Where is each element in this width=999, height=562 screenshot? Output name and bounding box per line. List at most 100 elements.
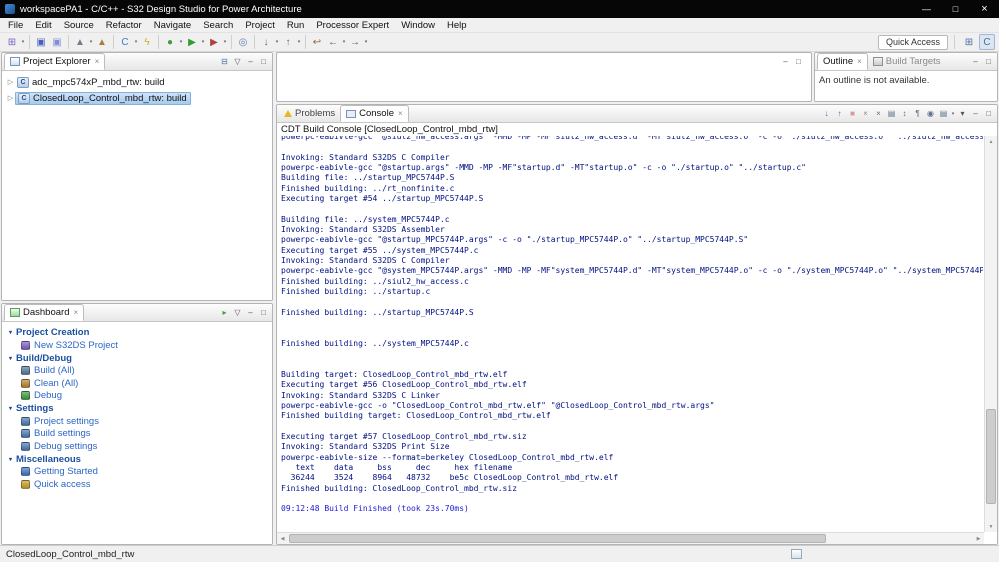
back-icon[interactable]: ←: [325, 34, 341, 50]
tree-item-adc-mpc574xp-mbd-rtw-build[interactable]: ▷ Cadc_mpc574xP_mbd_rtw: build: [2, 74, 272, 90]
menu-source[interactable]: Source: [58, 20, 100, 31]
view-menu-icon[interactable]: ▽: [231, 55, 244, 68]
dashboard-link-debug-settings[interactable]: Debug settings: [9, 440, 272, 453]
new-c-project-icon[interactable]: C: [117, 34, 133, 50]
tab-outline[interactable]: Outline ×: [817, 53, 868, 70]
tab-problems[interactable]: Problems: [279, 105, 340, 122]
menu-run[interactable]: Run: [281, 20, 310, 31]
editor-area[interactable]: – □: [276, 52, 812, 102]
clear-console-icon[interactable]: ▤: [885, 107, 898, 120]
external-tools-icon[interactable]: ▶: [206, 34, 222, 50]
dashboard-link-clean-all[interactable]: Clean (All): [9, 377, 272, 390]
horizontal-scroll-thumb[interactable]: [289, 534, 827, 543]
console-horizontal-scrollbar[interactable]: ◀ ▶: [277, 532, 984, 544]
next-annotation-icon[interactable]: ↓: [258, 34, 274, 50]
dashboard-link-build-all[interactable]: Build (All): [9, 365, 272, 378]
minimize-button[interactable]: —: [912, 0, 941, 18]
close-button[interactable]: ×: [970, 0, 999, 18]
tab-build-targets[interactable]: Build Targets: [868, 53, 946, 70]
pin-console-icon[interactable]: ◉: [924, 107, 937, 120]
scroll-down-arrow-icon[interactable]: ▼: [985, 521, 997, 532]
console-output[interactable]: powerpc-eabivle-gcc "@siul2_hw_access.ar…: [281, 136, 983, 532]
expand-arrow-icon[interactable]: ▷: [6, 78, 15, 86]
external-tools-dropdown-icon[interactable]: ▾: [222, 39, 228, 45]
menu-window[interactable]: Window: [395, 20, 441, 31]
dashboard-link-quick-access[interactable]: Quick access: [9, 478, 272, 491]
dashboard-link-project-settings[interactable]: Project settings: [9, 415, 272, 428]
previous-annotation-dropdown-icon[interactable]: ▾: [296, 39, 302, 45]
tab-project-explorer[interactable]: Project Explorer ×: [4, 53, 106, 70]
remove-launch-icon[interactable]: ×: [859, 107, 872, 120]
run-icon[interactable]: ▶: [184, 34, 200, 50]
minimize-icon[interactable]: –: [969, 55, 982, 68]
tab-dashboard[interactable]: Dashboard ×: [4, 304, 85, 321]
progress-icon[interactable]: [791, 549, 802, 559]
dashboard-section-header[interactable]: ▾ Build/Debug: [9, 352, 272, 365]
close-icon[interactable]: ×: [95, 57, 100, 66]
dashboard-link-build-settings[interactable]: Build settings: [9, 428, 272, 441]
save-icon[interactable]: ▣: [33, 34, 49, 50]
terminate-icon[interactable]: ■: [846, 107, 859, 120]
collapse-all-icon[interactable]: ⊟: [218, 55, 231, 68]
open-perspective-icon[interactable]: ⊞: [961, 34, 977, 50]
remove-all-launches-icon[interactable]: ×: [872, 107, 885, 120]
maximize-icon[interactable]: □: [257, 306, 270, 319]
dashboard-link-getting-started[interactable]: Getting Started: [9, 466, 272, 479]
new-wizard-icon[interactable]: ⊞: [4, 34, 20, 50]
cpp-perspective-icon[interactable]: C: [979, 34, 995, 50]
forward-dropdown-icon[interactable]: ▾: [363, 39, 369, 45]
scroll-next-icon[interactable]: ↓: [820, 107, 833, 120]
maximize-icon[interactable]: □: [982, 55, 995, 68]
view-menu-icon[interactable]: ▽: [231, 306, 244, 319]
maximize-icon[interactable]: □: [982, 107, 995, 120]
close-icon[interactable]: ×: [73, 308, 78, 317]
dashboard-section-header[interactable]: ▾ Project Creation: [9, 326, 272, 339]
minimize-icon[interactable]: –: [244, 55, 257, 68]
menu-refactor[interactable]: Refactor: [100, 20, 148, 31]
word-wrap-icon[interactable]: ¶: [911, 107, 924, 120]
view-menu-icon[interactable]: ▾: [956, 107, 969, 120]
flash-programmer-icon[interactable]: ϟ: [139, 34, 155, 50]
scroll-left-arrow-icon[interactable]: ◀: [277, 533, 288, 544]
menu-help[interactable]: Help: [441, 20, 473, 31]
minimize-icon[interactable]: –: [244, 306, 257, 319]
build-all-icon[interactable]: ▲: [94, 34, 110, 50]
vertical-scroll-thumb[interactable]: [986, 409, 996, 505]
new-wizard-dropdown-icon[interactable]: ▾: [20, 39, 26, 45]
save-all-icon[interactable]: ▣: [49, 34, 65, 50]
minimize-icon[interactable]: –: [779, 55, 792, 68]
maximize-icon[interactable]: □: [257, 55, 270, 68]
menu-navigate[interactable]: Navigate: [148, 20, 198, 31]
tree-item-closedloop-control-mbd-rtw-build[interactable]: ▷ C ClosedLoop_Control_mbd_rtw: build: [2, 90, 272, 106]
menu-processor-expert[interactable]: Processor Expert: [310, 20, 395, 31]
scroll-right-arrow-icon[interactable]: ▶: [973, 533, 984, 544]
dashboard-section-header[interactable]: ▾ Settings: [9, 402, 272, 415]
menu-edit[interactable]: Edit: [29, 20, 57, 31]
dashboard-section-header[interactable]: ▾ Miscellaneous: [9, 453, 272, 466]
open-console-icon[interactable]: ▤: [937, 107, 950, 120]
last-edit-location-icon[interactable]: ↩: [309, 34, 325, 50]
close-icon[interactable]: ×: [398, 109, 403, 118]
debug-icon[interactable]: ●: [162, 34, 178, 50]
maximize-button[interactable]: □: [941, 0, 970, 18]
forward-icon[interactable]: →: [347, 34, 363, 50]
search-icon[interactable]: ◎: [235, 34, 251, 50]
minimize-icon[interactable]: –: [969, 107, 982, 120]
quick-access-button[interactable]: Quick Access: [877, 34, 948, 50]
expand-arrow-icon[interactable]: ▷: [6, 94, 15, 102]
dashboard-action-icon[interactable]: ▸: [218, 306, 231, 319]
menu-project[interactable]: Project: [239, 20, 281, 31]
tab-console[interactable]: Console ×: [340, 105, 409, 122]
build-icon[interactable]: ▲: [72, 34, 88, 50]
close-icon[interactable]: ×: [857, 57, 862, 66]
scroll-previous-icon[interactable]: ↑: [833, 107, 846, 120]
console-vertical-scrollbar[interactable]: ▲ ▼: [984, 136, 997, 532]
scroll-lock-icon[interactable]: ↕: [898, 107, 911, 120]
scroll-up-arrow-icon[interactable]: ▲: [985, 136, 997, 147]
menu-file[interactable]: File: [2, 20, 29, 31]
dashboard-link-new-s32ds-project[interactable]: New S32DS Project: [9, 339, 272, 352]
maximize-icon[interactable]: □: [792, 55, 805, 68]
menu-search[interactable]: Search: [197, 20, 239, 31]
dashboard-link-debug[interactable]: Debug: [9, 390, 272, 403]
previous-annotation-icon[interactable]: ↑: [280, 34, 296, 50]
